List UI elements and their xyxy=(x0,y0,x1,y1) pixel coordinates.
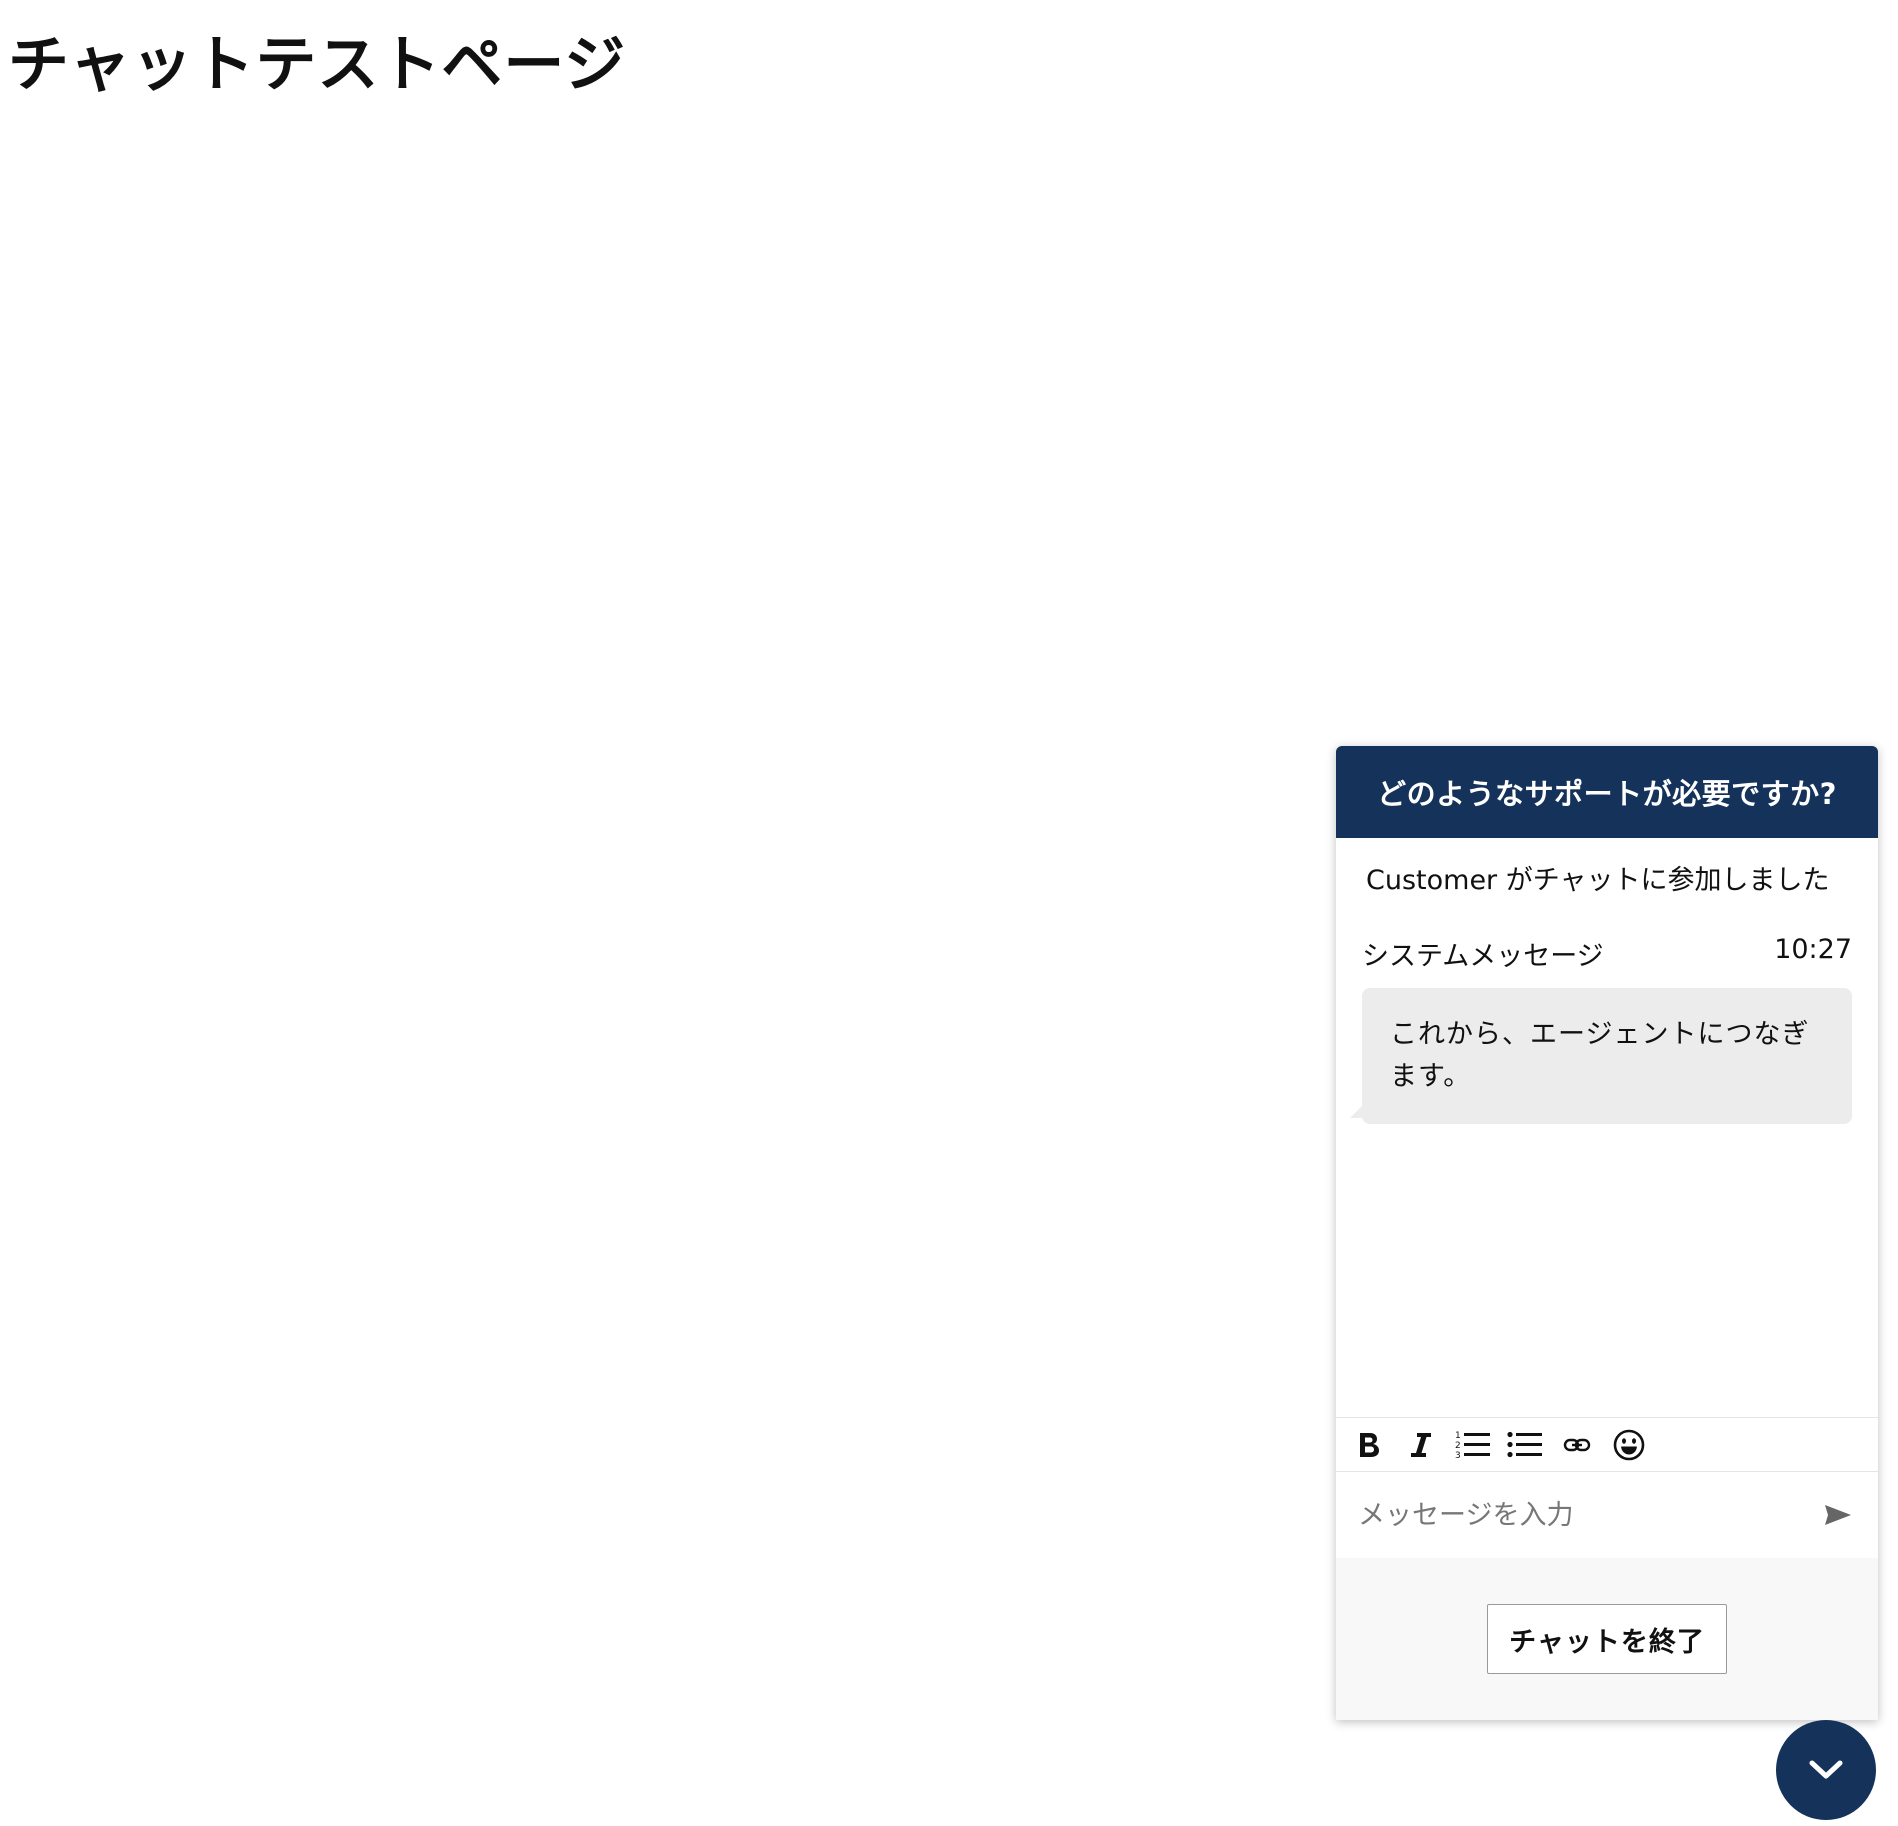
italic-icon xyxy=(1411,1432,1431,1457)
message-input[interactable] xyxy=(1356,1498,1818,1532)
message-time: 10:27 xyxy=(1774,934,1852,965)
svg-text:3: 3 xyxy=(1455,1451,1461,1461)
svg-text:1: 1 xyxy=(1455,1431,1461,1441)
chat-footer: チャットを終了 xyxy=(1336,1558,1878,1720)
page-title: チャットテストページ xyxy=(8,29,627,100)
chat-transcript: Customer がチャットに参加しました システムメッセージ 10:27 これ… xyxy=(1336,838,1878,1418)
numbered-list-icon: 1 2 3 xyxy=(1455,1431,1490,1461)
chat-widget: どのようなサポートが必要ですか? Customer がチャットに参加しました シ… xyxy=(1336,746,1878,1720)
numbered-list-button[interactable]: 1 2 3 xyxy=(1452,1424,1494,1466)
message-bubble: これから、エージェントにつなぎます。 xyxy=(1350,988,1852,1124)
end-chat-button[interactable]: チャットを終了 xyxy=(1487,1604,1727,1674)
emoji-button[interactable] xyxy=(1608,1424,1650,1466)
send-icon xyxy=(1825,1505,1851,1525)
link-button[interactable] xyxy=(1556,1424,1598,1466)
emoji-icon xyxy=(1613,1429,1645,1460)
message-input-row xyxy=(1336,1472,1878,1558)
formatting-toolbar: 1 2 3 xyxy=(1336,1418,1878,1472)
italic-button[interactable] xyxy=(1400,1424,1442,1466)
bulleted-list-button[interactable] xyxy=(1504,1424,1546,1466)
bulleted-list-icon xyxy=(1507,1431,1542,1457)
bold-button[interactable] xyxy=(1348,1424,1390,1466)
chevron-down-icon xyxy=(1809,1760,1843,1779)
bold-icon xyxy=(1360,1432,1379,1457)
message-sender: システムメッセージ xyxy=(1362,941,1604,972)
send-button[interactable] xyxy=(1818,1495,1858,1535)
svg-text:2: 2 xyxy=(1455,1441,1461,1451)
join-notice: Customer がチャットに参加しました xyxy=(1366,865,1830,896)
minimize-chat-button[interactable] xyxy=(1776,1720,1876,1820)
chat-header-title: どのようなサポートが必要ですか? xyxy=(1377,777,1837,811)
chat-header: どのようなサポートが必要ですか? xyxy=(1336,746,1878,838)
link-icon xyxy=(1563,1438,1591,1451)
message-meta: システムメッセージ 10:27 xyxy=(1362,934,1852,973)
